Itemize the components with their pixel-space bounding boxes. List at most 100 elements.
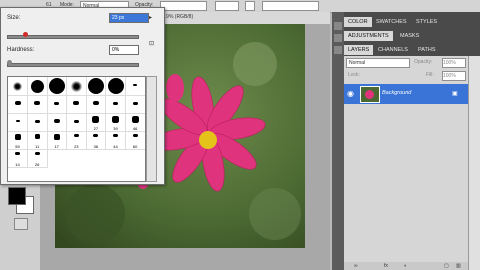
hardness-slider-thumb[interactable] <box>7 60 12 65</box>
delete-layer-icon[interactable]: ▥ <box>456 263 461 269</box>
hardness-slider[interactable] <box>7 63 139 67</box>
brush-preset[interactable]: 11 <box>27 131 48 150</box>
size-input[interactable] <box>109 13 149 23</box>
brush-tip-icon <box>15 120 20 122</box>
brush-tip-icon <box>34 101 41 105</box>
size-label: Size: <box>7 15 21 21</box>
link-layers-icon[interactable]: ∞ <box>354 263 358 269</box>
brush-preset[interactable]: 46 <box>125 113 145 132</box>
brush-preset[interactable] <box>66 77 87 96</box>
brush-preset[interactable]: 14 <box>8 149 28 168</box>
panel-icon-3[interactable] <box>334 46 342 54</box>
brush-preset[interactable]: 36 <box>86 131 107 150</box>
brush-preset[interactable] <box>8 77 28 96</box>
brush-tip-icon <box>132 101 138 105</box>
brush-preset[interactable] <box>47 95 68 114</box>
tab-swatches[interactable]: SWATCHES <box>372 17 411 27</box>
brush-grid-scrollbar[interactable] <box>146 76 157 182</box>
opacity-field[interactable] <box>160 1 207 11</box>
quick-mask-icon[interactable] <box>14 218 28 230</box>
blend-mode-dropdown[interactable]: Normal <box>346 58 410 68</box>
brush-tip-icon <box>73 119 79 123</box>
brush-preset[interactable] <box>27 77 48 96</box>
layer-row-background[interactable]: ◉ Background ▣ <box>344 84 468 104</box>
layer-thumbnail <box>360 86 380 103</box>
visibility-eye-icon[interactable]: ◉ <box>347 89 354 98</box>
brush-tip-icon <box>53 134 60 140</box>
tab-styles[interactable]: STYLES <box>412 17 441 27</box>
brush-size-label: 23 <box>74 144 79 149</box>
brush-preset[interactable] <box>106 77 126 96</box>
brush-tip-icon <box>73 134 79 137</box>
layers-footer-toolbar: ∞ fx ◐ ▢ ▥ <box>344 262 468 270</box>
airbrush-toggle[interactable] <box>245 1 255 11</box>
tab-adjustments[interactable]: ADJUSTMENTS <box>344 31 393 41</box>
brush-tip-icon <box>133 84 138 86</box>
layer-opacity-label: Opacity: <box>414 59 433 65</box>
brush-preset-grid: 27 39 46 59 11 17 23 36 44 60 14 26 <box>7 76 146 182</box>
brush-tip-icon <box>14 134 21 140</box>
layers-scrollbar[interactable] <box>468 56 480 270</box>
brush-preset[interactable]: 27 <box>86 113 107 132</box>
fill-field[interactable]: 100% <box>442 71 466 81</box>
hardness-input[interactable] <box>109 45 139 55</box>
layer-name: Background <box>382 90 412 96</box>
brush-preset[interactable] <box>27 95 48 114</box>
brush-tip-icon <box>73 101 80 105</box>
brush-preset[interactable] <box>125 77 145 96</box>
picker-menu-icon[interactable]: ▸ <box>149 14 152 21</box>
lock-label: Lock: <box>348 72 360 78</box>
brush-tip-icon <box>113 101 118 105</box>
brush-tip-icon <box>131 116 139 123</box>
brush-preset[interactable]: 23 <box>66 131 87 150</box>
brush-tip-icon <box>53 119 60 123</box>
brush-preset[interactable] <box>86 95 107 114</box>
foreground-color-swatch[interactable] <box>8 187 26 205</box>
brush-preset[interactable] <box>66 95 87 114</box>
brush-size-label: 44 <box>113 144 118 149</box>
add-style-icon[interactable]: fx <box>384 263 388 269</box>
brush-tip-icon <box>14 101 21 105</box>
brush-preset[interactable] <box>47 113 68 132</box>
brush-preset[interactable]: 17 <box>47 131 68 150</box>
brush-size-label: 17 <box>54 144 59 149</box>
panel-icon-1[interactable] <box>334 22 342 30</box>
tab-masks[interactable]: MASKS <box>396 31 423 41</box>
new-layer-icon[interactable]: ▢ <box>444 263 449 269</box>
panel-icon-2[interactable] <box>334 34 342 42</box>
brush-tip-icon <box>113 134 118 137</box>
brush-preset[interactable]: 39 <box>106 113 126 132</box>
brush-size-label: 60 <box>132 144 138 149</box>
brush-preset[interactable] <box>86 77 107 96</box>
collapsed-panel-strip <box>332 12 344 270</box>
size-slider-thumb[interactable] <box>22 32 28 37</box>
brush-preset[interactable]: 44 <box>106 131 126 150</box>
tab-channels[interactable]: CHANNELS <box>374 45 412 55</box>
brush-preset[interactable] <box>125 95 145 114</box>
tab-layers[interactable]: LAYERS <box>344 45 374 55</box>
tablet-pressure-field[interactable] <box>262 1 319 11</box>
brush-preset[interactable]: 26 <box>27 149 48 168</box>
mask-icon[interactable]: ◐ <box>404 263 407 269</box>
new-preset-icon[interactable]: ⊡ <box>149 40 154 47</box>
brush-preset[interactable] <box>47 77 68 96</box>
brush-preset[interactable] <box>8 95 28 114</box>
thumbnail-flower <box>365 90 374 99</box>
tab-paths[interactable]: PATHS <box>414 45 440 55</box>
brush-preset[interactable]: 59 <box>8 131 28 150</box>
flow-field[interactable] <box>215 1 239 11</box>
brush-tip-icon <box>93 134 99 137</box>
tab-color[interactable]: COLOR <box>344 17 372 27</box>
layer-opacity-field[interactable]: 100% <box>442 58 466 68</box>
brush-preset[interactable] <box>8 113 28 132</box>
brush-preset-picker: Size: ▸ ⊡ Hardness: 273946 5911 17 23 36 44 60… <box>0 7 165 185</box>
brush-tip-icon <box>112 116 119 123</box>
brush-tip-icon <box>30 79 44 93</box>
brush-tip-icon <box>15 152 20 155</box>
brush-preset[interactable] <box>66 113 87 132</box>
brush-preset[interactable]: 60 <box>125 131 145 150</box>
brush-preset[interactable] <box>27 113 48 132</box>
lock-icon: ▣ <box>452 91 458 97</box>
document-tab-label: 2.9% (RGB/8) <box>162 14 194 20</box>
brush-preset[interactable] <box>106 95 126 114</box>
